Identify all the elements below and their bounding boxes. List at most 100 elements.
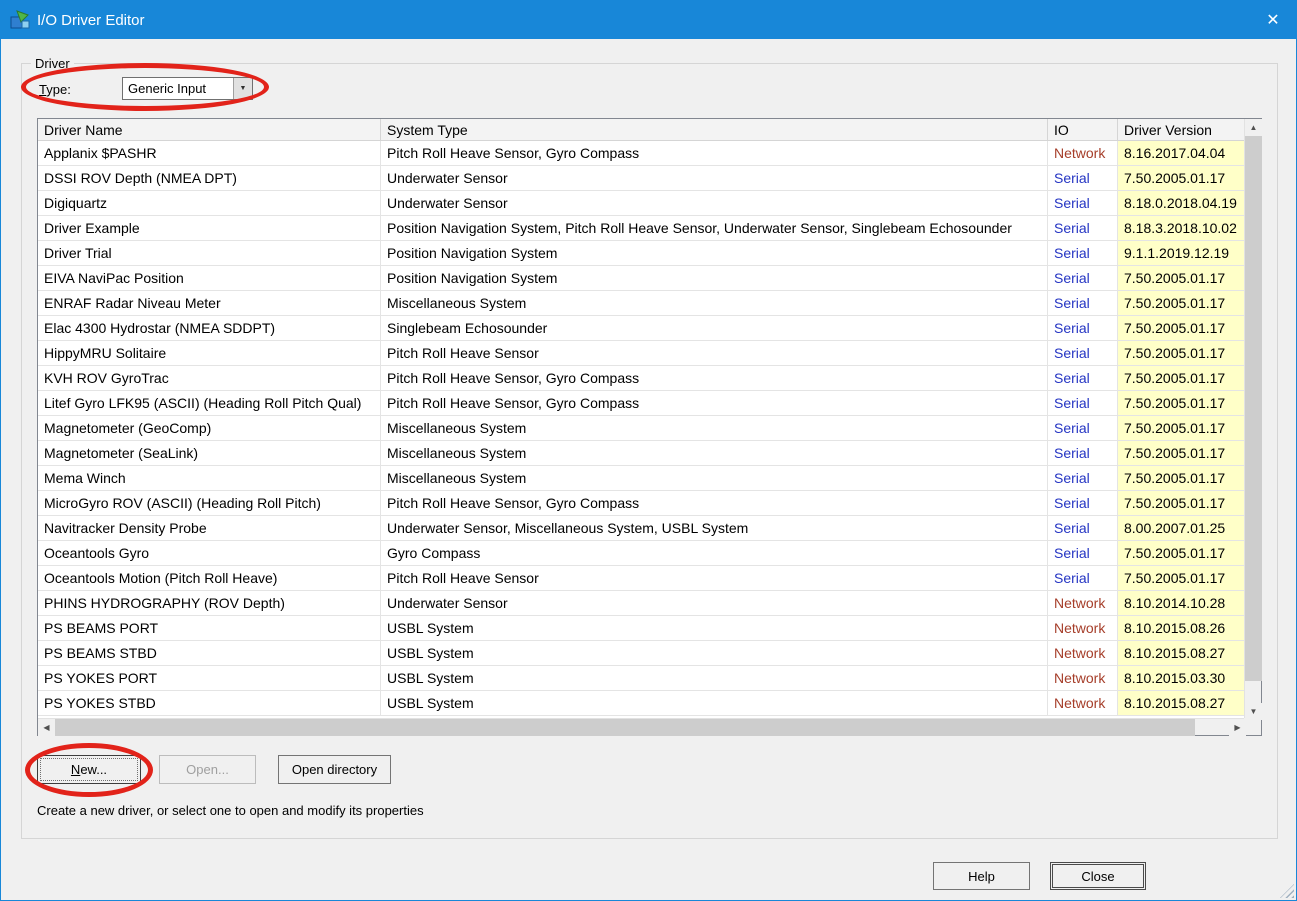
cell-io: Serial <box>1048 366 1118 391</box>
scroll-up-icon[interactable]: ▲ <box>1245 119 1262 136</box>
cell-io: Network <box>1048 141 1118 166</box>
cell-version: 7.50.2005.01.17 <box>1118 316 1246 341</box>
horizontal-scrollbar-thumb[interactable] <box>55 719 1195 736</box>
cell-version: 8.10.2015.08.27 <box>1118 641 1246 666</box>
io-driver-editor-window: I/O Driver Editor ✕ Driver Type: Generic… <box>0 0 1297 901</box>
cell-system: Pitch Roll Heave Sensor <box>381 566 1048 591</box>
table-row[interactable]: Magnetometer (SeaLink)Miscellaneous Syst… <box>38 441 1246 466</box>
table-row[interactable]: ENRAF Radar Niveau MeterMiscellaneous Sy… <box>38 291 1246 316</box>
cell-system: Miscellaneous System <box>381 416 1048 441</box>
table-row[interactable]: Applanix $PASHRPitch Roll Heave Sensor, … <box>38 141 1246 166</box>
horizontal-scrollbar[interactable]: ◀ ▶ <box>38 718 1246 735</box>
cell-version: 7.50.2005.01.17 <box>1118 566 1246 591</box>
type-label: Type: <box>39 82 71 97</box>
cell-name: Magnetometer (GeoComp) <box>38 416 381 441</box>
cell-io: Network <box>1048 691 1118 716</box>
cell-system: Pitch Roll Heave Sensor, Gyro Compass <box>381 366 1048 391</box>
table-row[interactable]: HippyMRU SolitairePitch Roll Heave Senso… <box>38 341 1246 366</box>
cell-name: PS YOKES PORT <box>38 666 381 691</box>
type-combobox[interactable]: Generic Input ▼ <box>122 77 253 100</box>
table-row[interactable]: PHINS HYDROGRAPHY (ROV Depth)Underwater … <box>38 591 1246 616</box>
driver-table: Driver Name System Type IO Driver Versio… <box>37 118 1262 736</box>
cell-version: 7.50.2005.01.17 <box>1118 466 1246 491</box>
cell-io: Serial <box>1048 241 1118 266</box>
cell-system: Position Navigation System <box>381 241 1048 266</box>
cell-name: Navitracker Density Probe <box>38 516 381 541</box>
cell-version: 7.50.2005.01.17 <box>1118 266 1246 291</box>
table-row[interactable]: PS YOKES PORTUSBL SystemNetwork8.10.2015… <box>38 666 1246 691</box>
new-button-rest: ew... <box>80 762 107 777</box>
cell-name: Magnetometer (SeaLink) <box>38 441 381 466</box>
cell-system: Gyro Compass <box>381 541 1048 566</box>
table-row[interactable]: PS BEAMS STBDUSBL SystemNetwork8.10.2015… <box>38 641 1246 666</box>
cell-system: Singlebeam Echosounder <box>381 316 1048 341</box>
cell-name: Driver Trial <box>38 241 381 266</box>
table-row[interactable]: Driver TrialPosition Navigation SystemSe… <box>38 241 1246 266</box>
cell-version: 8.18.0.2018.04.19 <box>1118 191 1246 216</box>
table-row[interactable]: Elac 4300 Hydrostar (NMEA SDDPT)Singlebe… <box>38 316 1246 341</box>
cell-version: 8.10.2015.08.27 <box>1118 691 1246 716</box>
cell-io: Serial <box>1048 566 1118 591</box>
cell-version: 8.10.2015.03.30 <box>1118 666 1246 691</box>
table-row[interactable]: MicroGyro ROV (ASCII) (Heading Roll Pitc… <box>38 491 1246 516</box>
cell-io: Network <box>1048 666 1118 691</box>
cell-name: PHINS HYDROGRAPHY (ROV Depth) <box>38 591 381 616</box>
column-header-driver-version[interactable]: Driver Version <box>1118 119 1246 140</box>
table-row[interactable]: Mema WinchMiscellaneous SystemSerial7.50… <box>38 466 1246 491</box>
close-button[interactable]: Close <box>1050 862 1146 890</box>
column-header-driver-name[interactable]: Driver Name <box>38 119 381 140</box>
open-button: Open... <box>159 755 256 784</box>
cell-version: 7.50.2005.01.17 <box>1118 366 1246 391</box>
table-row[interactable]: EIVA NaviPac PositionPosition Navigation… <box>38 266 1246 291</box>
chevron-down-icon[interactable]: ▼ <box>233 78 252 99</box>
cell-name: EIVA NaviPac Position <box>38 266 381 291</box>
cell-io: Serial <box>1048 416 1118 441</box>
table-row[interactable]: Litef Gyro LFK95 (ASCII) (Heading Roll P… <box>38 391 1246 416</box>
driver-groupbox-label: Driver <box>31 56 74 71</box>
cell-name: Oceantools Motion (Pitch Roll Heave) <box>38 566 381 591</box>
cell-version: 7.50.2005.01.17 <box>1118 441 1246 466</box>
driver-table-header: Driver Name System Type IO Driver Versio… <box>38 119 1246 141</box>
table-row[interactable]: DigiquartzUnderwater SensorSerial8.18.0.… <box>38 191 1246 216</box>
cell-name: Mema Winch <box>38 466 381 491</box>
scrollbar-corner <box>1244 718 1261 735</box>
vertical-scrollbar[interactable]: ▲ ▼ <box>1244 119 1261 720</box>
close-icon[interactable]: ✕ <box>1250 1 1296 39</box>
table-row[interactable]: Oceantools GyroGyro CompassSerial7.50.20… <box>38 541 1246 566</box>
cell-system: Position Navigation System, Pitch Roll H… <box>381 216 1048 241</box>
cell-version: 8.18.3.2018.10.02 <box>1118 216 1246 241</box>
cell-name: Digiquartz <box>38 191 381 216</box>
table-row[interactable]: PS BEAMS PORTUSBL SystemNetwork8.10.2015… <box>38 616 1246 641</box>
cell-io: Serial <box>1048 291 1118 316</box>
cell-name: DSSI ROV Depth (NMEA DPT) <box>38 166 381 191</box>
table-row[interactable]: DSSI ROV Depth (NMEA DPT)Underwater Sens… <box>38 166 1246 191</box>
cell-version: 8.00.2007.01.25 <box>1118 516 1246 541</box>
cell-io: Serial <box>1048 441 1118 466</box>
cell-version: 7.50.2005.01.17 <box>1118 491 1246 516</box>
table-row[interactable]: PS YOKES STBDUSBL SystemNetwork8.10.2015… <box>38 691 1246 716</box>
table-row[interactable]: Navitracker Density ProbeUnderwater Sens… <box>38 516 1246 541</box>
table-row[interactable]: Oceantools Motion (Pitch Roll Heave)Pitc… <box>38 566 1246 591</box>
table-row[interactable]: Driver ExamplePosition Navigation System… <box>38 216 1246 241</box>
resize-grip-icon[interactable] <box>1280 884 1294 898</box>
description-text: Create a new driver, or select one to op… <box>37 803 424 818</box>
scroll-left-icon[interactable]: ◀ <box>38 719 55 736</box>
open-directory-button[interactable]: Open directory <box>278 755 391 784</box>
column-header-io[interactable]: IO <box>1048 119 1118 140</box>
table-row[interactable]: Magnetometer (GeoComp)Miscellaneous Syst… <box>38 416 1246 441</box>
cell-version: 7.50.2005.01.17 <box>1118 541 1246 566</box>
vertical-scrollbar-thumb[interactable] <box>1245 136 1262 681</box>
cell-system: Position Navigation System <box>381 266 1048 291</box>
cell-system: Underwater Sensor <box>381 191 1048 216</box>
cell-system: Pitch Roll Heave Sensor, Gyro Compass <box>381 141 1048 166</box>
new-button[interactable]: New... <box>37 755 141 784</box>
cell-name: PS BEAMS PORT <box>38 616 381 641</box>
titlebar: I/O Driver Editor ✕ <box>1 1 1296 39</box>
column-header-system-type[interactable]: System Type <box>381 119 1048 140</box>
help-button[interactable]: Help <box>933 862 1030 890</box>
cell-system: Underwater Sensor, Miscellaneous System,… <box>381 516 1048 541</box>
table-row[interactable]: KVH ROV GyroTracPitch Roll Heave Sensor,… <box>38 366 1246 391</box>
cell-version: 7.50.2005.01.17 <box>1118 166 1246 191</box>
cell-name: Applanix $PASHR <box>38 141 381 166</box>
cell-io: Serial <box>1048 516 1118 541</box>
